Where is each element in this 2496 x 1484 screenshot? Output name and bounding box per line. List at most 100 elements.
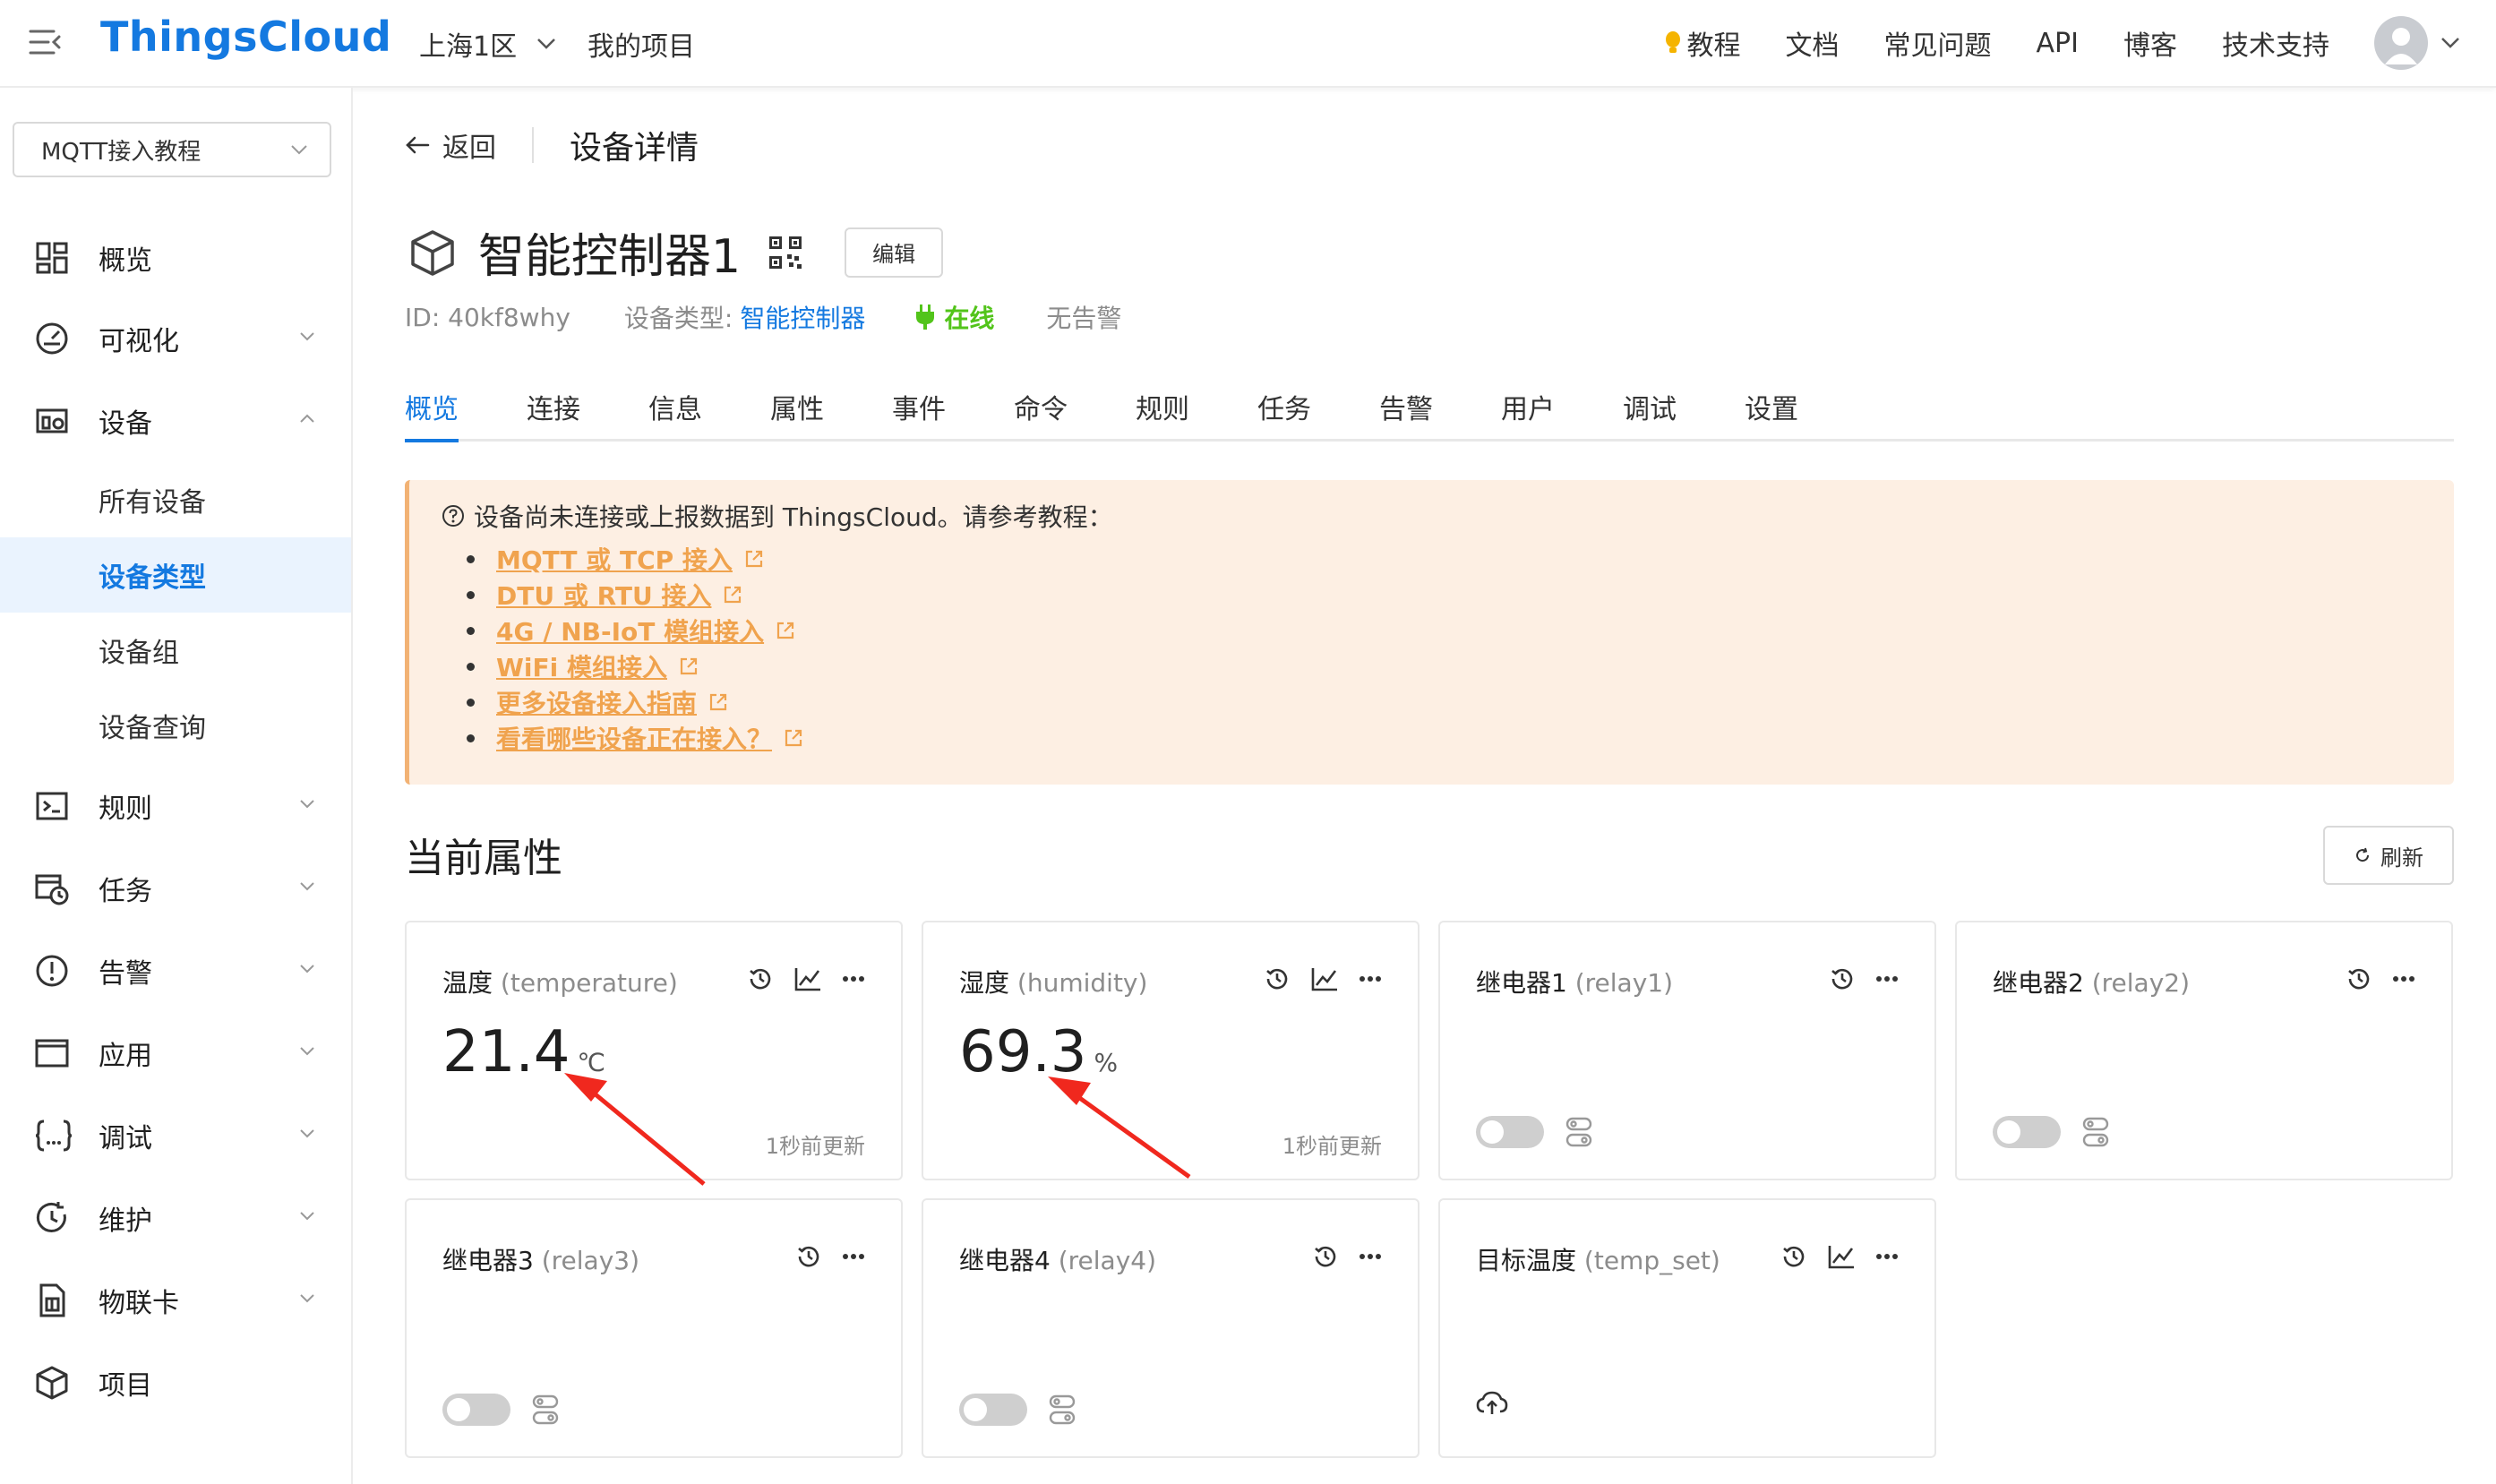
nav-api[interactable]: API [2037, 28, 2079, 59]
user-menu[interactable] [2374, 16, 2460, 70]
sidebar-item-debug[interactable]: 调试 [0, 1098, 351, 1173]
refresh-button[interactable]: 刷新 [2323, 826, 2454, 885]
notice-link-showcase[interactable]: 看看哪些设备正在接入？ [496, 720, 772, 756]
more-icon[interactable] [842, 1253, 865, 1260]
tab-connection[interactable]: 连接 [527, 387, 580, 439]
app-window-icon [34, 1035, 70, 1071]
brand-logo[interactable]: ThingsCloud [100, 13, 391, 61]
status-text: 在线 [944, 304, 995, 333]
line-chart-icon[interactable] [793, 965, 822, 992]
device-meta: ID: 40kf8why 设备类型: 智能控制器 在线 无告警 [405, 299, 1121, 335]
history-icon[interactable] [2346, 965, 2372, 992]
sidebar-item-label: 维护 [99, 1205, 152, 1237]
chevron-down-icon [299, 1211, 315, 1221]
nav-tutorial[interactable]: 教程 [1664, 23, 1741, 63]
notice-link-dtu[interactable]: DTU 或 RTU 接入 [496, 577, 711, 613]
more-icon[interactable] [1875, 975, 1899, 982]
history-icon[interactable] [795, 1243, 822, 1270]
sidebar-item-device-query[interactable]: 设备查询 [0, 688, 351, 763]
sidebar-item-maintenance[interactable]: 维护 [0, 1180, 351, 1256]
tab-info[interactable]: 信息 [648, 387, 702, 439]
relay-toggle[interactable] [1476, 1116, 1544, 1148]
property-value: 69.3 [959, 1019, 1087, 1085]
history-icon[interactable] [1829, 965, 1856, 992]
property-label: 目标温度 [1476, 1246, 1577, 1275]
tab-alerts[interactable]: 告警 [1379, 387, 1433, 439]
history-icon[interactable] [747, 965, 774, 992]
history-icon[interactable] [1312, 1243, 1339, 1270]
cloud-upload-icon[interactable] [1476, 1390, 1508, 1417]
sidebar-item-label: 物联卡 [99, 1288, 179, 1319]
tab-events[interactable]: 事件 [892, 387, 946, 439]
tab-commands[interactable]: 命令 [1014, 387, 1068, 439]
tab-tasks[interactable]: 任务 [1257, 387, 1311, 439]
tab-overview[interactable]: 概览 [405, 387, 459, 442]
more-icon[interactable] [2392, 975, 2415, 982]
line-chart-icon[interactable] [1310, 965, 1339, 992]
card-actions [2346, 965, 2415, 992]
history-icon[interactable] [1264, 965, 1291, 992]
switch-settings-icon[interactable] [1565, 1117, 1592, 1147]
notice-link-4g[interactable]: 4G / NB-IoT 模组接入 [496, 613, 764, 648]
notice-link-mqtt[interactable]: MQTT 或 TCP 接入 [496, 541, 733, 577]
relay-toggle[interactable] [959, 1394, 1027, 1426]
property-name: 温度 (temperature) [442, 964, 678, 999]
tab-attributes[interactable]: 属性 [770, 387, 824, 439]
property-key: (relay4) [1058, 1246, 1157, 1275]
device-type-link[interactable]: 智能控制器 [740, 299, 865, 335]
relay-toggle[interactable] [1993, 1116, 2061, 1148]
project-select[interactable]: MQTT接入教程 [13, 122, 331, 177]
tab-rules[interactable]: 规则 [1136, 387, 1189, 439]
sidebar-item-label: 任务 [99, 876, 152, 907]
nav-faq[interactable]: 常见问题 [1884, 23, 1992, 63]
region-selector[interactable]: 上海1区 [419, 24, 556, 64]
menu-collapse-icon[interactable] [29, 27, 63, 57]
notice-link-wifi[interactable]: WiFi 模组接入 [496, 648, 667, 684]
sidebar-item-alerts[interactable]: 告警 [0, 933, 351, 1008]
sidebar-item-all-devices[interactable]: 所有设备 [0, 462, 351, 537]
relay-toggle[interactable] [442, 1394, 510, 1426]
sidebar-item-rules[interactable]: 规则 [0, 768, 351, 844]
card-actions [1312, 1243, 1382, 1270]
switch-settings-icon[interactable] [532, 1394, 559, 1425]
history-icon[interactable] [1780, 1243, 1807, 1270]
section-title: 当前属性 [405, 836, 562, 881]
property-card-temperature: 温度 (temperature) 21.4 ℃ 1秒前更新 [405, 921, 903, 1180]
chevron-down-icon [290, 144, 308, 155]
line-chart-icon[interactable] [1827, 1243, 1856, 1270]
sidebar-item-label: 调试 [99, 1123, 152, 1154]
sidebar-item-tasks[interactable]: 任务 [0, 851, 351, 926]
property-key: (relay3) [541, 1246, 640, 1275]
more-icon[interactable] [1875, 1253, 1899, 1260]
switch-settings-icon[interactable] [2082, 1117, 2109, 1147]
more-icon[interactable] [1359, 1253, 1382, 1260]
qr-code-icon[interactable] [768, 235, 803, 270]
sidebar-item-project[interactable]: 项目 [0, 1345, 351, 1420]
edit-button[interactable]: 编辑 [845, 227, 944, 278]
top-nav: 教程 文档 常见问题 API 博客 技术支持 [1664, 14, 2460, 72]
switch-settings-icon[interactable] [1049, 1394, 1076, 1425]
more-icon[interactable] [842, 975, 865, 982]
more-icon[interactable] [1359, 975, 1382, 982]
my-projects-link[interactable]: 我的项目 [588, 24, 695, 64]
nav-blog[interactable]: 博客 [2123, 23, 2177, 63]
sidebar-item-devices[interactable]: 设备 [0, 383, 351, 459]
sidebar-item-overview[interactable]: 概览 [0, 220, 351, 296]
back-button[interactable]: 返回 [405, 125, 496, 165]
sidebar-item-device-types[interactable]: 设备类型 [0, 537, 351, 613]
sidebar-item-apps[interactable]: 应用 [0, 1016, 351, 1091]
property-label: 继电器4 [959, 1246, 1051, 1275]
nav-support[interactable]: 技术支持 [2222, 23, 2329, 63]
notice-link-more[interactable]: 更多设备接入指南 [496, 684, 697, 720]
sidebar-item-visualization[interactable]: 可视化 [0, 301, 351, 376]
sidebar-item-label: 可视化 [99, 326, 179, 357]
nav-docs[interactable]: 文档 [1786, 23, 1840, 63]
tab-debug[interactable]: 调试 [1623, 387, 1677, 439]
property-card-humidity: 湿度 (humidity) 69.3% 1秒前更新 [922, 921, 1420, 1180]
sidebar-item-device-groups[interactable]: 设备组 [0, 613, 351, 688]
tab-users[interactable]: 用户 [1501, 387, 1555, 439]
sidebar-item-iot-card[interactable]: 物联卡 [0, 1263, 351, 1338]
tab-settings[interactable]: 设置 [1745, 387, 1798, 439]
external-link-icon [722, 584, 743, 605]
page-title: 设备详情 [570, 130, 699, 167]
